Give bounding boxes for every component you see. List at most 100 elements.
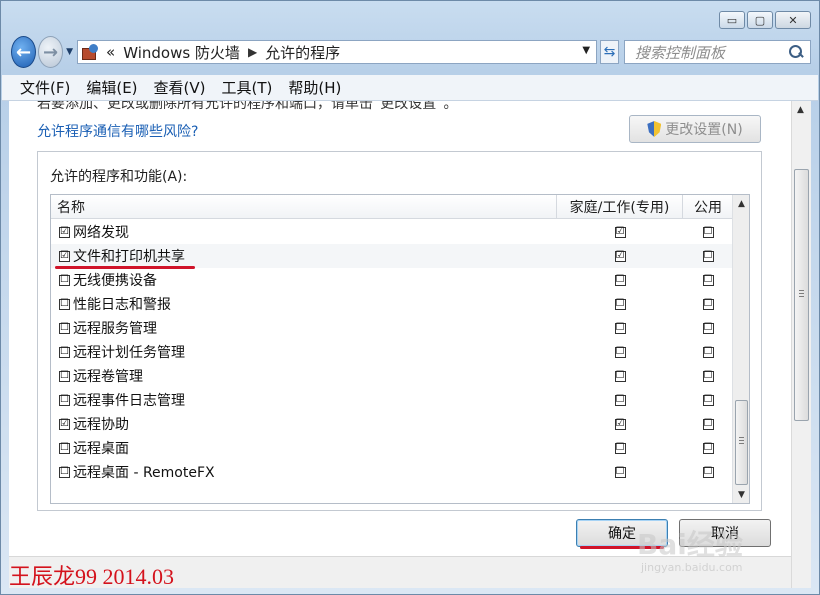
- author-caption: 王辰龙99 2014.03: [9, 564, 175, 588]
- program-checkbox[interactable]: ☑: [59, 250, 70, 262]
- maximize-button[interactable]: ▢: [747, 11, 773, 29]
- home-work-checkbox[interactable]: ☐: [614, 346, 626, 358]
- program-checkbox[interactable]: ☐: [59, 442, 70, 454]
- list-item[interactable]: ☐ 远程卷管理 ☐ ☐: [51, 364, 733, 388]
- address-bar[interactable]: « Windows 防火墙 ▶ 允许的程序 ▼: [77, 40, 598, 64]
- public-checkbox[interactable]: ☐: [702, 346, 714, 358]
- program-checkbox[interactable]: ☑: [59, 226, 70, 238]
- home-work-checkbox[interactable]: ☐: [614, 322, 626, 334]
- home-work-checkbox[interactable]: ☐: [614, 466, 626, 478]
- uac-shield-icon: [647, 121, 661, 137]
- list-item[interactable]: ☑ 远程协助 ☑ ☐: [51, 412, 733, 436]
- menu-tools[interactable]: 工具(T): [222, 77, 273, 98]
- program-name-cell: ☐ 性能日志和警报: [51, 294, 557, 314]
- home-work-checkbox[interactable]: ☐: [614, 298, 626, 310]
- column-header-public[interactable]: 公用: [683, 195, 733, 218]
- allowed-programs-list: 名称 家庭/工作(专用) 公用 ☑ 网络发现 ☑ ☐ ☑ 文件和打印机共享 ☑ ☐: [50, 194, 750, 504]
- window-grip-icon: [799, 290, 804, 291]
- column-header-name[interactable]: 名称: [51, 195, 557, 218]
- program-name: 远程卷管理: [73, 369, 143, 385]
- list-scrollbar[interactable]: ▲ ▼: [732, 195, 749, 503]
- program-name-cell: ☑ 文件和打印机共享: [51, 246, 557, 266]
- list-item[interactable]: ☐ 远程桌面 ☐ ☐: [51, 436, 733, 460]
- breadcrumb-separator[interactable]: ▶: [248, 45, 257, 59]
- menu-file[interactable]: 文件(F): [20, 77, 70, 98]
- program-name: 性能日志和警报: [73, 297, 171, 313]
- public-checkbox[interactable]: ☐: [702, 226, 714, 238]
- home-work-checkbox[interactable]: ☐: [614, 370, 626, 382]
- group-title: 允许的程序和功能(A):: [50, 169, 188, 185]
- control-panel-window: ▭ ▢ ✕ ← → ▼ « Windows 防火墙 ▶ 允许的程序 ▼ ⇆ 搜索…: [0, 0, 820, 595]
- program-checkbox[interactable]: ☐: [59, 298, 70, 310]
- window-scroll-thumb[interactable]: [794, 169, 809, 421]
- program-checkbox[interactable]: ☐: [59, 394, 70, 406]
- home-work-checkbox[interactable]: ☑: [614, 418, 626, 430]
- control-panel-icon: [82, 44, 100, 60]
- program-checkbox[interactable]: ☐: [59, 466, 70, 478]
- watermark-brand: Bai经验: [637, 528, 743, 561]
- search-placeholder: 搜索控制面板: [634, 43, 725, 62]
- breadcrumb-overflow-chevron[interactable]: «: [106, 43, 115, 61]
- list-item[interactable]: ☐ 远程计划任务管理 ☐ ☐: [51, 340, 733, 364]
- list-item[interactable]: ☐ 无线便携设备 ☐ ☐: [51, 268, 733, 292]
- program-name-cell: ☐ 远程卷管理: [51, 366, 557, 386]
- program-name: 远程桌面: [73, 441, 129, 457]
- public-checkbox[interactable]: ☐: [702, 370, 714, 382]
- menu-bar: 文件(F) 编辑(E) 查看(V) 工具(T) 帮助(H): [2, 75, 818, 101]
- public-checkbox[interactable]: ☐: [702, 274, 714, 286]
- list-item[interactable]: ☐ 性能日志和警报 ☐ ☐: [51, 292, 733, 316]
- list-item[interactable]: ☑ 网络发现 ☑ ☐: [51, 220, 733, 244]
- address-dropdown-icon[interactable]: ▼: [582, 45, 590, 56]
- public-checkbox[interactable]: ☐: [702, 298, 714, 310]
- window-scroll-up-arrow-icon[interactable]: ▲: [792, 101, 809, 118]
- menu-edit[interactable]: 编辑(E): [86, 77, 137, 98]
- list-scroll-thumb[interactable]: [735, 400, 748, 485]
- menu-help[interactable]: 帮助(H): [288, 77, 341, 98]
- list-rows: ☑ 网络发现 ☑ ☐ ☑ 文件和打印机共享 ☑ ☐ ☐ 无线便携设备 ☐ ☐ ☐…: [51, 220, 733, 484]
- list-item[interactable]: ☐ 远程事件日志管理 ☐ ☐: [51, 388, 733, 412]
- list-item[interactable]: ☐ 远程服务管理 ☐ ☐: [51, 316, 733, 340]
- program-checkbox[interactable]: ☐: [59, 274, 70, 286]
- home-work-checkbox[interactable]: ☐: [614, 394, 626, 406]
- search-box[interactable]: 搜索控制面板: [623, 40, 812, 64]
- risk-help-link[interactable]: 允许程序通信有哪些风险?: [37, 121, 198, 141]
- scroll-up-arrow-icon[interactable]: ▲: [733, 195, 749, 212]
- program-checkbox[interactable]: ☑: [59, 418, 70, 430]
- public-checkbox[interactable]: ☐: [702, 250, 714, 262]
- list-item[interactable]: ☐ 远程桌面 - RemoteFX ☐ ☐: [51, 460, 733, 484]
- home-work-checkbox[interactable]: ☐: [614, 442, 626, 454]
- home-work-checkbox[interactable]: ☑: [614, 250, 626, 262]
- home-work-checkbox[interactable]: ☑: [614, 226, 626, 238]
- public-checkbox[interactable]: ☐: [702, 466, 714, 478]
- menu-view[interactable]: 查看(V): [154, 77, 206, 98]
- list-item[interactable]: ☑ 文件和打印机共享 ☑ ☐: [51, 244, 733, 269]
- public-checkbox[interactable]: ☐: [702, 394, 714, 406]
- scroll-down-arrow-icon[interactable]: ▼: [733, 486, 749, 503]
- minimize-button[interactable]: ▭: [719, 11, 745, 29]
- search-icon[interactable]: [788, 44, 804, 60]
- program-checkbox[interactable]: ☐: [59, 370, 70, 382]
- forward-button[interactable]: →: [38, 36, 64, 68]
- refresh-button[interactable]: ⇆: [600, 40, 619, 64]
- breadcrumb-firewall[interactable]: Windows 防火墙: [123, 42, 240, 63]
- list-header: 名称 家庭/工作(专用) 公用: [51, 195, 733, 219]
- program-checkbox[interactable]: ☐: [59, 346, 70, 358]
- program-name-cell: ☐ 远程桌面 - RemoteFX: [51, 462, 557, 482]
- public-checkbox[interactable]: ☐: [702, 442, 714, 454]
- recent-pages-dropdown[interactable]: ▼: [66, 47, 73, 57]
- program-name-cell: ☐ 远程服务管理: [51, 318, 557, 338]
- watermark-domain: jingyan.baidu.com: [641, 561, 743, 574]
- column-header-home-work[interactable]: 家庭/工作(专用): [557, 195, 683, 218]
- program-checkbox[interactable]: ☐: [59, 322, 70, 334]
- back-button[interactable]: ←: [11, 36, 37, 68]
- change-settings-button[interactable]: 更改设置(N): [629, 115, 761, 143]
- public-checkbox[interactable]: ☐: [702, 418, 714, 430]
- program-name-cell: ☐ 远程桌面: [51, 438, 557, 458]
- program-name-cell: ☐ 远程事件日志管理: [51, 390, 557, 410]
- window-scrollbar[interactable]: ▲: [791, 101, 811, 588]
- breadcrumb-allowed-programs[interactable]: 允许的程序: [265, 42, 340, 63]
- public-checkbox[interactable]: ☐: [702, 322, 714, 334]
- close-button[interactable]: ✕: [775, 11, 811, 29]
- program-name: 网络发现: [73, 225, 129, 241]
- home-work-checkbox[interactable]: ☐: [614, 274, 626, 286]
